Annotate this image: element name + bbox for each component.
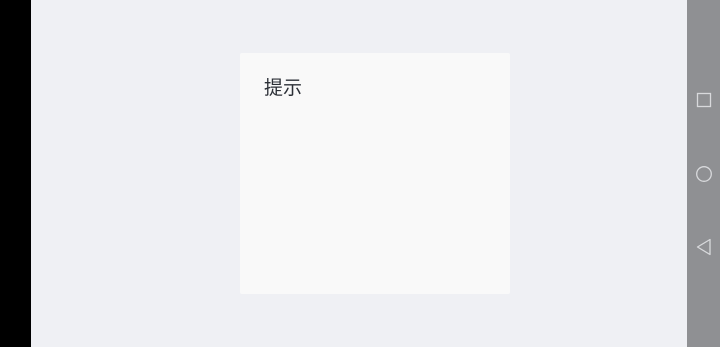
dialog-title: 提示 bbox=[264, 77, 303, 99]
back-triangle-icon bbox=[696, 238, 711, 256]
system-navigation-bar bbox=[687, 0, 720, 347]
home-circle-icon bbox=[695, 166, 712, 182]
home-button[interactable] bbox=[687, 154, 720, 194]
recents-button[interactable] bbox=[687, 80, 720, 120]
app-content-area: 提示 bbox=[31, 0, 687, 347]
back-button[interactable] bbox=[687, 227, 720, 267]
recents-square-icon bbox=[696, 92, 711, 108]
left-screen-edge bbox=[0, 0, 31, 347]
device-screen: 提示 bbox=[0, 0, 720, 347]
alert-dialog: 提示 bbox=[240, 53, 510, 294]
